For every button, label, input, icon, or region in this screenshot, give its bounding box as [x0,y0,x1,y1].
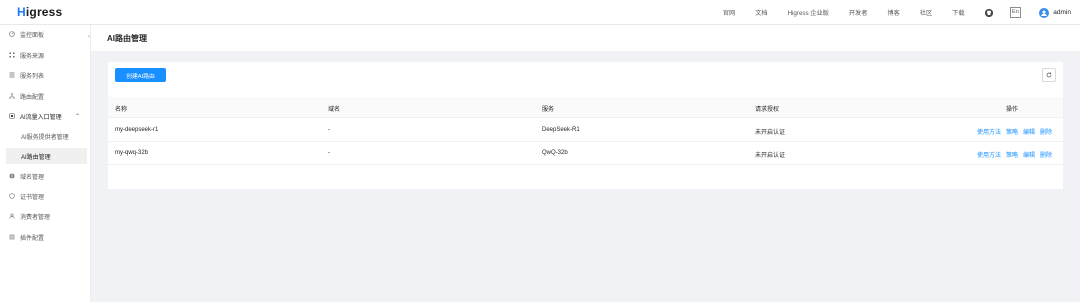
nav-blog[interactable]: 博客 [887,8,899,17]
sidebar-item-service-list[interactable]: 服务列表 [0,67,91,83]
create-ai-route-button[interactable]: 创建AI路由 [115,68,166,82]
table-row: my-deepseek-r1 - DeepSeek-R1 未开启认证 使用方法 … [108,119,1063,142]
column-header-auth: 请求授权 [755,107,780,113]
column-header-name: 名称 [115,107,128,113]
sidebar-item-service-sources[interactable]: 服务来源 [0,47,91,63]
sidebar-item-ai-routes[interactable]: AI路由管理 [6,148,87,164]
sidebar-item-ai-providers[interactable]: AI服务提供者管理 [0,128,91,144]
ai-icon [9,113,15,119]
collapse-sidebar-icon[interactable]: ‹ [88,34,90,40]
column-header-domain: 域名 [328,107,341,113]
delete-link[interactable]: 删除 [1040,150,1052,159]
column-header-service: 服务 [542,107,555,113]
sidebar-item-label: 插件配置 [20,235,45,242]
sidebar-item-label: 服务来源 [20,53,45,60]
refresh-button[interactable] [1042,68,1056,82]
certificate-icon [9,193,15,199]
row-actions: 使用方法 策略 编辑 删除 [977,127,1057,136]
language-toggle[interactable]: En [1009,7,1022,18]
nav-docs[interactable]: 文档 [755,8,767,17]
nav-download[interactable]: 下载 [952,8,964,17]
list-icon [9,72,15,78]
sidebar-item-label: 路由配置 [20,94,45,101]
usage-link[interactable]: 使用方法 [977,127,1001,136]
dashboard-icon [9,31,15,37]
cell-domain: - [328,127,330,133]
cell-domain: - [328,150,330,156]
cell-name: my-deepseek-r1 [115,127,159,133]
sidebar-item-consumers[interactable]: 消费者管理 [0,208,91,224]
table-header: 名称 域名 服务 请求授权 操作 [108,97,1063,118]
sidebar-item-plugins[interactable]: 插件配置 [0,229,91,245]
logo-text: igress [25,5,63,19]
cell-auth: 未开启认证 [755,130,786,136]
route-icon [9,93,15,99]
cell-service: DeepSeek-R1 [542,127,580,133]
chevron-up-icon: ⌃ [74,113,80,120]
nav-community[interactable]: 社区 [920,8,932,17]
main-content: AI路由管理 创建AI路由 名称 域名 服务 请求授权 操作 my-deepse… [91,25,1080,302]
sidebar-item-routes[interactable]: 路由配置 [0,88,91,104]
user-icon [9,213,15,219]
page-header: AI路由管理 [91,25,1080,51]
sidebar-item-label: AI服务提供者管理 [21,134,69,141]
user-menu[interactable]: admin [1039,7,1071,18]
globe-icon [9,173,15,179]
sidebar-item-label: 证书管理 [20,194,45,201]
nav-developers[interactable]: 开发者 [849,8,868,17]
username: admin [1053,9,1071,16]
sidebar-item-dashboard[interactable]: 监控面板 [0,26,91,42]
cell-name: my-qwq-32b [115,150,149,156]
cell-auth: 未开启认证 [755,153,786,159]
nav-official-site[interactable]: 官网 [723,8,735,17]
policy-link[interactable]: 策略 [1006,150,1018,159]
policy-link[interactable]: 策略 [1006,127,1018,136]
sidebar-item-label: 监控面板 [20,32,45,39]
grid-icon [9,52,15,58]
top-bar: Higress 官网 文档 Higress 企业版 开发者 博客 社区 下载 E… [0,0,1080,25]
sidebar-item-label: AI路由管理 [21,154,51,161]
cell-service: QwQ-32b [542,150,568,156]
sidebar-item-certificates[interactable]: 证书管理 [0,188,91,204]
usage-link[interactable]: 使用方法 [977,150,1001,159]
routes-card: 创建AI路由 名称 域名 服务 请求授权 操作 my-deepseek-r1 -… [108,62,1063,189]
sidebar-item-domains[interactable]: 域名管理 [0,168,91,184]
avatar [1039,7,1050,18]
edit-link[interactable]: 编辑 [1023,150,1035,159]
row-actions: 使用方法 策略 编辑 删除 [977,150,1057,159]
delete-link[interactable]: 删除 [1040,127,1052,136]
github-icon[interactable] [984,8,993,17]
refresh-icon [1046,72,1052,78]
sidebar: 监控面板 服务来源 服务列表 路由配置 AI流量入口管理 ⌃ AI服务提供者管理… [0,25,91,302]
top-nav: 官网 文档 Higress 企业版 开发者 博客 社区 下载 En admin [723,0,1080,25]
sidebar-item-label: 消费者管理 [20,214,51,221]
logo-h: H [17,5,26,19]
plugin-icon [9,234,15,240]
column-header-actions: 操作 [1006,107,1019,113]
sidebar-item-ai-gateway[interactable]: AI流量入口管理 ⌃ [0,108,91,124]
higress-logo[interactable]: Higress [17,5,62,19]
sidebar-item-label: 域名管理 [20,174,45,181]
page-title: AI路由管理 [107,34,147,43]
sidebar-item-label: 服务列表 [20,73,45,80]
table-row: my-qwq-32b - QwQ-32b 未开启认证 使用方法 策略 编辑 删除 [108,142,1063,165]
edit-link[interactable]: 编辑 [1023,127,1035,136]
sidebar-item-label: AI流量入口管理 [20,114,62,121]
nav-enterprise[interactable]: Higress 企业版 [788,8,829,17]
